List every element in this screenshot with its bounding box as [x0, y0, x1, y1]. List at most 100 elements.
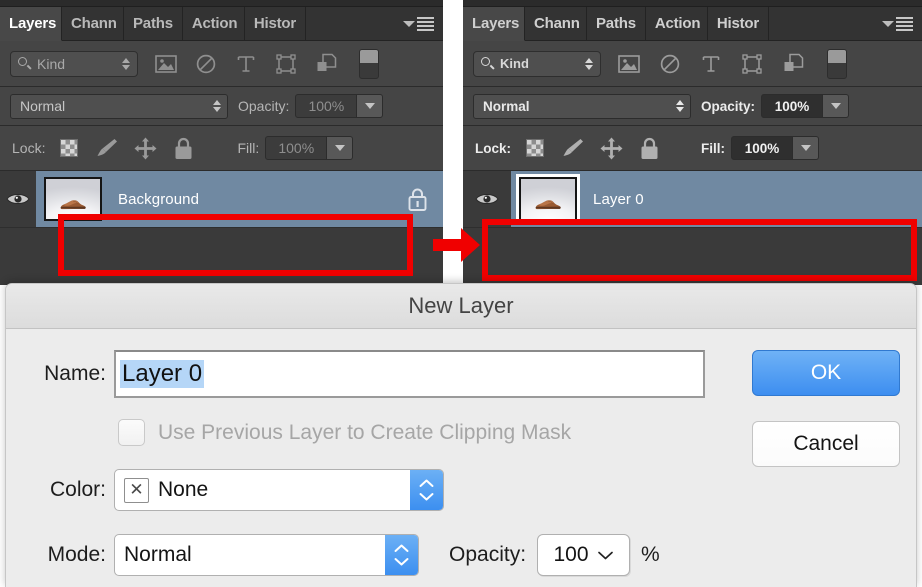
- layer-row-background[interactable]: Background: [0, 171, 443, 227]
- chevron-updown-icon: [676, 100, 684, 112]
- type-filter-icon[interactable]: [233, 52, 259, 76]
- lock-all-icon[interactable]: [171, 136, 195, 160]
- name-label: Name:: [44, 362, 106, 385]
- fill-label: Fill:: [237, 140, 260, 156]
- color-stepper-icon[interactable]: [410, 470, 443, 510]
- clipping-mask-checkbox[interactable]: [118, 419, 145, 446]
- color-label: Color:: [49, 478, 106, 501]
- mode-select-content: Normal: [115, 543, 385, 567]
- opacity-value[interactable]: 100%: [761, 94, 824, 118]
- tab-label: Paths: [133, 15, 173, 32]
- search-icon: [481, 57, 495, 70]
- adjustment-filter-icon[interactable]: [657, 52, 683, 76]
- layer-list: Background: [0, 171, 443, 238]
- name-row: Name: Layer 0: [6, 350, 736, 398]
- adjustment-filter-icon[interactable]: [193, 52, 219, 76]
- type-filter-icon[interactable]: [698, 52, 724, 76]
- layer-list: Layer 0: [463, 171, 922, 238]
- tab-label: Paths: [596, 15, 636, 32]
- tab-bar-filler: [306, 7, 443, 41]
- layer-visibility-toggle[interactable]: [0, 191, 36, 207]
- lock-all-icon[interactable]: [637, 136, 661, 160]
- tab-history[interactable]: Histor: [244, 7, 306, 41]
- smart-object-filter-icon[interactable]: [313, 52, 339, 76]
- cancel-button-label: Cancel: [793, 432, 859, 455]
- layer-name-label: Layer 0: [593, 190, 644, 208]
- mode-label: Mode:: [47, 543, 106, 566]
- layer-filter-row: Kind: [463, 41, 922, 87]
- image-filter-icon[interactable]: [153, 52, 179, 76]
- mode-stepper-icon[interactable]: [385, 535, 418, 575]
- layer-thumbnail[interactable]: [516, 174, 580, 224]
- lock-row: Lock: Fill: 100%: [0, 126, 443, 171]
- lock-transparent-pixels-icon[interactable]: [57, 136, 81, 160]
- image-filter-icon[interactable]: [616, 52, 642, 76]
- chevron-down-icon: [882, 21, 894, 27]
- blend-mode-select[interactable]: Normal: [473, 93, 691, 119]
- tab-bar-filler: [769, 7, 922, 41]
- filter-kind-select[interactable]: Kind: [473, 50, 601, 77]
- tab-paths[interactable]: Paths: [587, 7, 646, 41]
- lock-image-pixels-icon[interactable]: [95, 136, 119, 160]
- panel-menu-icon[interactable]: [882, 16, 913, 31]
- filter-toggle-switch[interactable]: [359, 48, 379, 79]
- opacity-dropdown-arrow[interactable]: [357, 94, 384, 118]
- layer-color-select[interactable]: ✕ None: [114, 469, 444, 511]
- layer-name-input-value: Layer 0: [120, 359, 205, 389]
- panel-menu-icon[interactable]: [403, 16, 434, 31]
- color-select-value: None: [158, 478, 209, 501]
- layer-thumbnail[interactable]: [44, 177, 102, 221]
- shape-filter-icon[interactable]: [739, 52, 765, 76]
- ok-button[interactable]: OK: [752, 350, 900, 396]
- lock-image-pixels-icon[interactable]: [561, 136, 585, 160]
- smart-object-filter-icon[interactable]: [780, 52, 806, 76]
- tab-history[interactable]: Histor: [707, 7, 769, 41]
- mode-select-value: Normal: [124, 543, 192, 566]
- fill-dropdown-arrow[interactable]: [327, 136, 354, 160]
- shape-filter-icon[interactable]: [273, 52, 299, 76]
- chevron-updown-icon: [122, 57, 130, 70]
- tab-label: Chann: [71, 15, 117, 32]
- dialog-title: New Layer: [408, 293, 514, 318]
- tab-channels[interactable]: Chann: [62, 7, 124, 41]
- cancel-button[interactable]: Cancel: [752, 421, 900, 467]
- layer-name-input[interactable]: Layer 0: [114, 350, 705, 398]
- lock-label: Lock:: [475, 140, 512, 156]
- tab-channels[interactable]: Chann: [525, 7, 587, 41]
- blend-mode-value: Normal: [483, 98, 530, 114]
- filter-toggle-switch[interactable]: [827, 48, 847, 79]
- filter-kind-label: Kind: [500, 56, 529, 71]
- panel-tab-bar: Layers Chann Paths Action Histor: [463, 7, 922, 41]
- search-icon: [18, 57, 32, 70]
- filter-kind-select[interactable]: Kind: [10, 50, 138, 77]
- tab-paths[interactable]: Paths: [124, 7, 183, 41]
- fill-value[interactable]: 100%: [265, 136, 328, 160]
- tab-layers[interactable]: Layers: [0, 7, 62, 41]
- fill-dropdown-arrow[interactable]: [793, 136, 820, 160]
- eye-icon: [6, 191, 30, 207]
- opacity-dropdown-arrow[interactable]: [823, 94, 850, 118]
- blend-mode-select[interactable]: Normal: [10, 93, 228, 119]
- dialog-opacity-input[interactable]: 100: [537, 534, 631, 576]
- lock-position-icon[interactable]: [133, 136, 157, 160]
- panel-tab-bar: Layers Chann Paths Action Histor: [0, 7, 443, 41]
- layer-selected-strip[interactable]: Background: [36, 171, 443, 227]
- layer-selected-strip[interactable]: Layer 0: [511, 171, 922, 227]
- panel-top-strip: [0, 0, 443, 7]
- layer-visibility-toggle[interactable]: [463, 191, 511, 207]
- tab-actions[interactable]: Action: [182, 7, 245, 41]
- fill-value[interactable]: 100%: [731, 136, 794, 160]
- lock-position-icon[interactable]: [599, 136, 623, 160]
- clipping-mask-label: Use Previous Layer to Create Clipping Ma…: [158, 420, 572, 444]
- ok-button-label: OK: [810, 361, 842, 384]
- layer-row-layer0[interactable]: Layer 0: [463, 171, 922, 227]
- chevron-down-icon: [597, 551, 613, 559]
- tab-layers[interactable]: Layers: [463, 7, 525, 41]
- shoe-thumbnail: [60, 199, 86, 209]
- tab-actions[interactable]: Action: [645, 7, 708, 41]
- red-right-arrow: [433, 228, 480, 262]
- blend-mode-select[interactable]: Normal: [114, 534, 419, 576]
- clipping-mask-row[interactable]: Use Previous Layer to Create Clipping Ma…: [118, 419, 571, 446]
- lock-transparent-pixels-icon[interactable]: [523, 136, 547, 160]
- opacity-value[interactable]: 100%: [295, 94, 358, 118]
